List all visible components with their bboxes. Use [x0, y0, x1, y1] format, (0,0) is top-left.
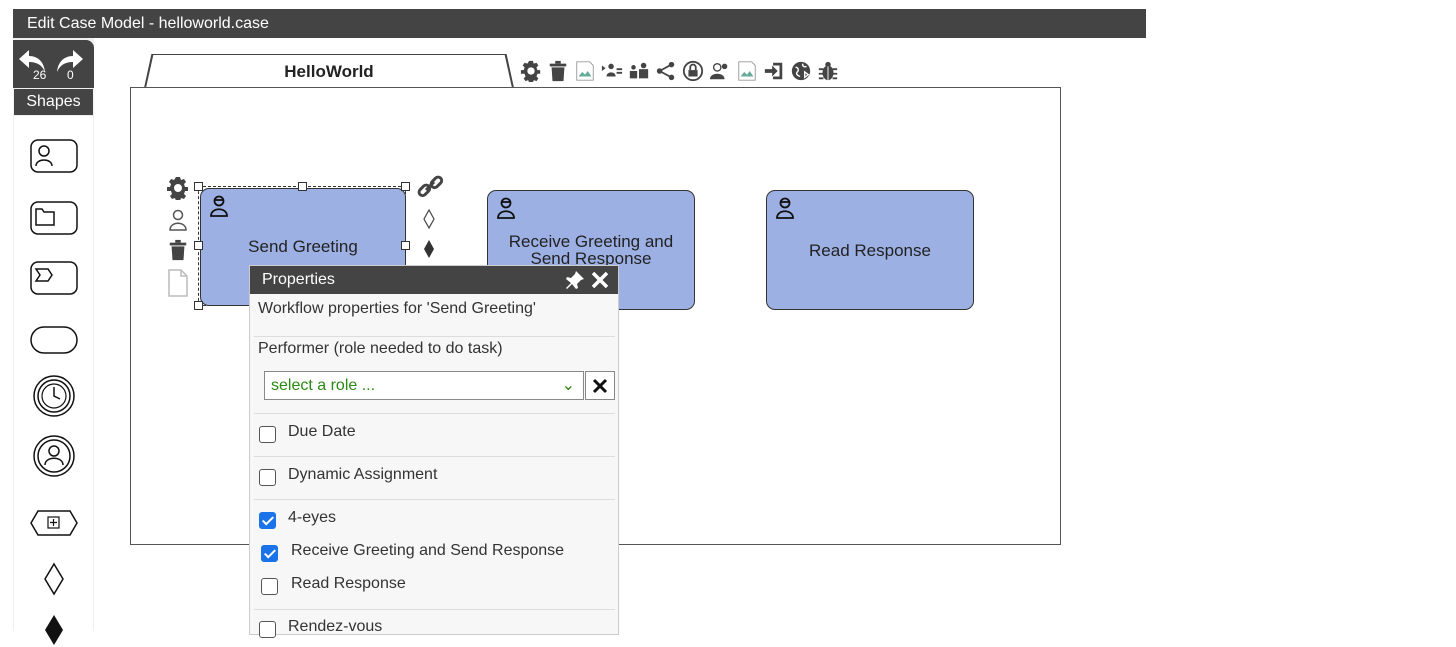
task-link-icon[interactable] — [416, 174, 444, 200]
dynamic-assignment-checkbox[interactable] — [259, 469, 276, 486]
divider — [254, 413, 615, 414]
undo-redo-area: 26 0 — [13, 40, 94, 88]
trash-icon — [549, 60, 566, 82]
shape-case-task[interactable] — [30, 200, 78, 236]
broken-image-icon — [737, 61, 756, 81]
task-settings-gear-icon[interactable] — [166, 176, 190, 200]
user-event-icon — [33, 435, 75, 477]
shapes-palette — [14, 116, 93, 645]
receive-greeting-checkbox[interactable] — [261, 545, 278, 562]
broken-image-icon — [575, 61, 594, 81]
close-icon[interactable] — [589, 269, 611, 291]
receive-greeting-label: Receive Greeting and Send Response — [291, 542, 565, 559]
shape-entry-criterion[interactable] — [30, 562, 78, 596]
divider — [254, 499, 615, 500]
import-button[interactable] — [761, 57, 786, 85]
resize-handle-nw[interactable] — [194, 182, 203, 191]
bug-icon — [818, 61, 837, 81]
sign-in-icon — [764, 62, 782, 80]
milestone-icon — [30, 326, 78, 354]
exit-criterion-diamond-icon[interactable] — [422, 238, 436, 260]
diamond-filled-icon — [45, 615, 63, 645]
resize-handle-sw[interactable] — [194, 301, 203, 310]
shapes-label: Shapes — [14, 89, 93, 115]
due-date-label: Due Date — [288, 423, 356, 440]
users-button[interactable] — [707, 57, 732, 85]
undo-count: 26 — [33, 68, 47, 82]
rendezvous-label: Rendez-vous — [288, 618, 383, 635]
dynamic-assignment-label: Dynamic Assignment — [288, 466, 438, 483]
team-button[interactable] — [626, 57, 651, 85]
divider — [254, 336, 615, 337]
task-performer-icon[interactable] — [168, 208, 188, 232]
properties-panel: Properties Workflow properties for 'Send… — [249, 265, 619, 638]
rendezvous-checkbox[interactable] — [259, 621, 276, 638]
role-select[interactable]: select a role ... ⌄ — [264, 371, 584, 400]
resize-handle-n[interactable] — [298, 182, 307, 191]
team-icon — [629, 62, 648, 79]
role-select-value: select a role ... — [271, 377, 376, 394]
shape-human-task[interactable] — [30, 138, 78, 174]
tab-helloworld[interactable]: HelloWorld — [146, 55, 512, 88]
lock-button[interactable] — [680, 57, 705, 85]
entry-criterion-diamond-icon[interactable] — [422, 208, 436, 230]
chevron-down-icon: ⌄ — [561, 377, 575, 394]
gear-icon — [520, 60, 540, 82]
human-task-icon — [776, 197, 794, 219]
lock-circle-icon — [682, 60, 703, 82]
resize-handle-ne[interactable] — [401, 182, 410, 191]
share-icon — [656, 61, 674, 81]
task-delete-trash-icon[interactable] — [167, 237, 189, 263]
resize-handle-e[interactable] — [401, 241, 410, 250]
diamond-outline-icon — [44, 562, 64, 596]
due-date-checkbox[interactable] — [259, 426, 276, 443]
human-task-icon — [497, 197, 515, 219]
delete-button[interactable] — [545, 57, 570, 85]
human-task-icon — [30, 139, 78, 173]
settings-button[interactable] — [518, 57, 543, 85]
task-label: Read Response — [809, 241, 931, 260]
stage-icon — [30, 510, 78, 536]
pin-icon[interactable] — [564, 269, 586, 291]
debug-button[interactable] — [815, 57, 840, 85]
properties-header: Properties — [250, 266, 618, 294]
users-icon — [709, 62, 727, 80]
read-response-label: Read Response — [291, 575, 406, 592]
shape-exit-criterion[interactable] — [30, 615, 78, 645]
broken-image-button-2[interactable] — [734, 57, 759, 85]
shape-user-event[interactable] — [30, 434, 78, 478]
properties-title: Properties — [262, 271, 335, 288]
process-task-icon — [30, 261, 78, 295]
roles-button[interactable] — [599, 57, 624, 85]
shape-stage[interactable] — [30, 508, 78, 538]
users-transfer-icon — [601, 63, 622, 77]
task-label: Receive Greeting and Send Response — [508, 232, 674, 268]
timer-icon — [33, 375, 75, 417]
four-eyes-checkbox[interactable] — [259, 512, 276, 529]
properties-subtitle: Workflow properties for 'Send Greeting' — [258, 300, 536, 317]
clear-role-button[interactable] — [585, 371, 615, 400]
task-document-icon[interactable] — [167, 269, 189, 297]
four-eyes-label: 4-eyes — [288, 509, 337, 526]
window-title: Edit Case Model - helloworld.case — [13, 9, 1146, 38]
broken-image-button-1[interactable] — [572, 57, 597, 85]
task-read-response[interactable]: Read Response — [766, 190, 974, 310]
globe-arrow-icon — [791, 61, 810, 81]
shape-timer-event[interactable] — [30, 374, 78, 418]
deploy-button[interactable] — [788, 57, 813, 85]
divider — [254, 609, 615, 610]
divider — [254, 456, 615, 457]
redo-count: 0 — [67, 68, 74, 82]
shape-milestone[interactable] — [30, 322, 78, 358]
read-response-checkbox[interactable] — [261, 578, 278, 595]
close-icon — [592, 378, 608, 393]
share-button[interactable] — [653, 57, 678, 85]
shape-process-task[interactable] — [30, 260, 78, 296]
resize-handle-w[interactable] — [194, 241, 203, 250]
performer-label: Performer (role needed to do task) — [258, 340, 503, 357]
model-toolbar — [518, 56, 840, 86]
folder-task-icon — [30, 201, 78, 235]
